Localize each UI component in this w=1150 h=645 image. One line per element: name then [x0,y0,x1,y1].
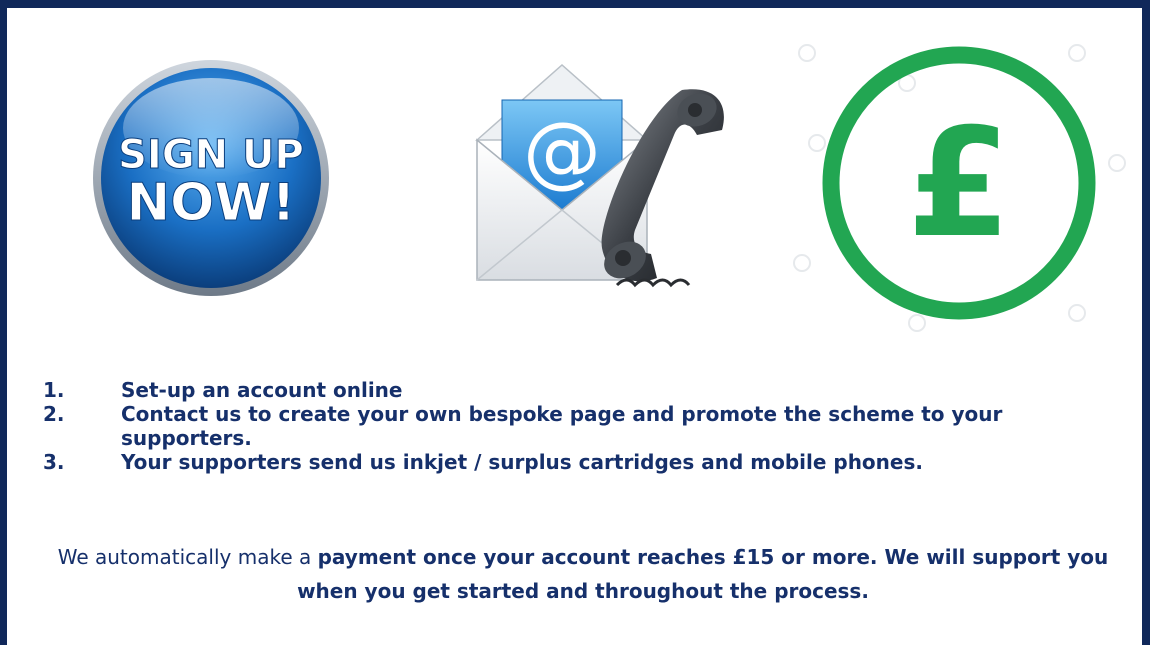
note-bold: payment once your account reaches £15 or… [297,545,1109,603]
step-item: 2. Contact us to create your own bespoke… [43,402,1123,450]
badge-line-2: NOW! [127,173,296,233]
page-frame: SIGN UP NOW! @ £ 1. Set-up an account on… [0,0,1150,645]
payment-illustration: £ [777,23,1142,338]
payment-note: We automatically make a payment once you… [43,540,1123,608]
sign-up-now-badge[interactable]: SIGN UP NOW! [91,58,331,298]
email-and-phone-icon: @ [475,63,724,288]
step-text: Contact us to create your own bespoke pa… [121,402,1003,450]
step-text: Your supporters send us inkjet / surplus… [121,450,923,474]
step-number: 3. [43,450,65,474]
step-item: 1. Set-up an account online [43,378,1123,402]
badge-line-1: SIGN UP [118,132,304,178]
pound-symbol: £ [907,97,1011,271]
step-number: 1. [43,378,65,402]
step-item: 3. Your supporters send us inkjet / surp… [43,450,1123,474]
steps-list: 1. Set-up an account online 2. Contact u… [43,378,1123,474]
note-regular: We automatically make a [57,545,318,569]
pound-icon: £ [793,44,1126,332]
icon-row: SIGN UP NOW! @ £ [7,8,1150,348]
step-text: Set-up an account online [121,378,403,402]
step-number: 2. [43,402,65,426]
contact-us-illustration: @ [467,60,747,320]
at-symbol: @ [523,107,601,197]
sign-up-badge-icon: SIGN UP NOW! [93,60,329,296]
